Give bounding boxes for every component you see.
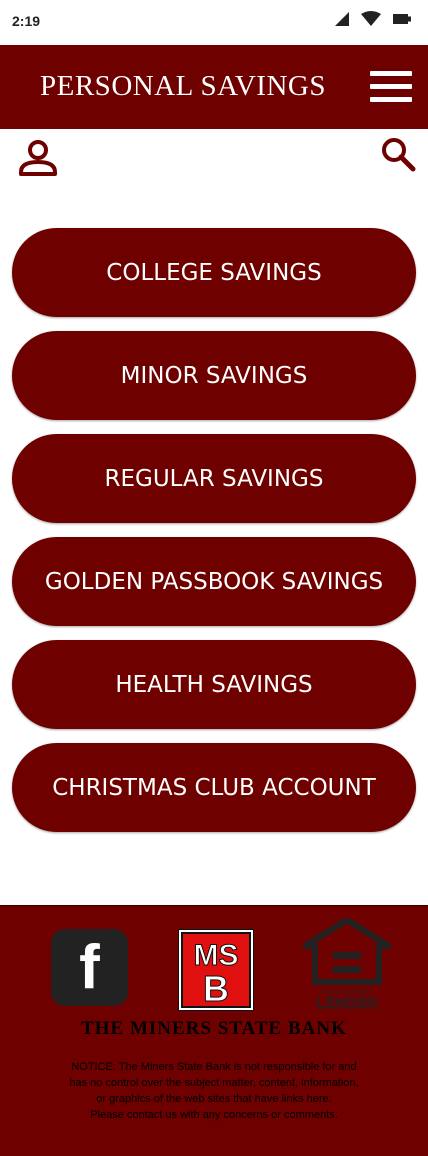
svg-text:B: B [203, 968, 229, 1009]
golden-passbook-savings-button[interactable]: GOLDEN PASSBOOK SAVINGS [12, 537, 416, 626]
equal-housing-lender-logo: EQUAL HOUSING LENDER [303, 918, 391, 1010]
health-savings-button[interactable]: HEALTH SAVINGS [12, 640, 416, 729]
minor-savings-button[interactable]: MINOR SAVINGS [12, 331, 416, 420]
msb-logo: MS B [178, 929, 254, 1011]
notice-line: Please contact us with any concerns or c… [90, 1109, 338, 1121]
legal-notice: NOTICE: The Miners State Bank is not res… [30, 1059, 398, 1123]
notice-line: has no control over the subject matter, … [69, 1077, 359, 1089]
battery-icon [393, 14, 411, 24]
svg-text:LENDER: LENDER [316, 995, 378, 1010]
footer: f MS B EQUAL HOUSING LENDER THE MINERS S… [0, 905, 428, 1156]
hamburger-menu-icon[interactable] [370, 71, 412, 103]
status-time: 2:19 [12, 13, 41, 29]
user-icon[interactable] [18, 138, 58, 178]
facebook-icon[interactable]: f [51, 929, 128, 1006]
status-bar: 2:19 [0, 0, 428, 45]
search-icon[interactable] [380, 136, 416, 172]
toolbar [0, 130, 428, 190]
app-header: PERSONAL SAVINGS [0, 45, 428, 129]
bank-name: THE MINERS STATE BANK [81, 1018, 347, 1039]
signal-icon [335, 12, 349, 26]
wifi-icon [361, 11, 381, 26]
christmas-club-account-button[interactable]: CHRISTMAS CLUB ACCOUNT [12, 743, 416, 832]
savings-options-list: COLLEGE SAVINGS MINOR SAVINGS REGULAR SA… [12, 228, 416, 846]
notice-line: or graphics of the web sites that have l… [96, 1093, 332, 1105]
facebook-glyph: f [79, 933, 100, 1002]
page-title: PERSONAL SAVINGS [40, 70, 326, 102]
status-icons [334, 11, 414, 27]
notice-line: NOTICE: The Miners State Bank is not res… [71, 1061, 357, 1073]
college-savings-button[interactable]: COLLEGE SAVINGS [12, 228, 416, 317]
regular-savings-button[interactable]: REGULAR SAVINGS [12, 434, 416, 523]
